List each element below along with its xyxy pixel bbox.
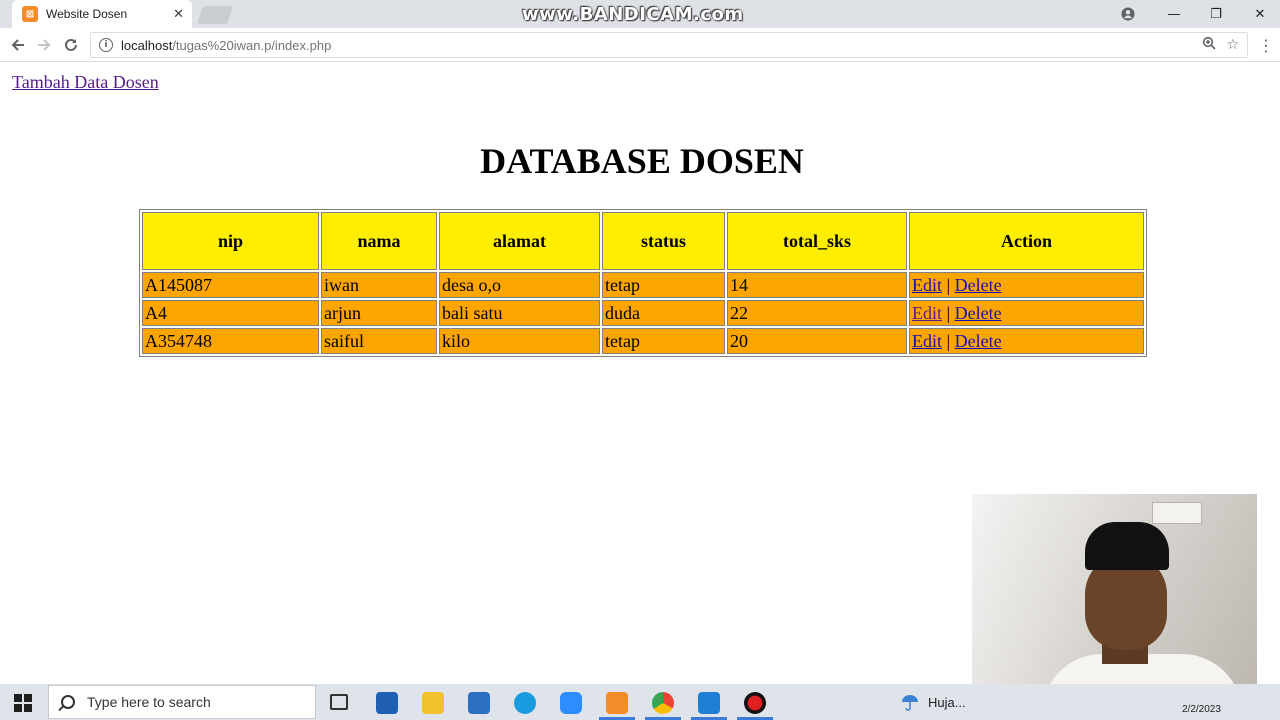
search-placeholder: Type here to search	[87, 694, 211, 710]
cell-alamat: kilo	[439, 328, 600, 354]
action-separator: |	[946, 302, 951, 323]
header-action: Action	[909, 212, 1144, 270]
cell-status: duda	[602, 300, 725, 326]
mail-icon[interactable]	[468, 692, 490, 714]
cell-nama: saiful	[321, 328, 437, 354]
header-nip: nip	[142, 212, 319, 270]
tab-close-icon[interactable]: ✕	[173, 7, 184, 22]
cell-nip: A354748	[142, 328, 319, 354]
taskbar-search-box[interactable]: Type here to search	[48, 685, 316, 719]
delete-link[interactable]: Delete	[955, 331, 1002, 351]
url-path: /tugas%20iwan.p/index.php	[172, 37, 332, 53]
url-host: localhost	[121, 37, 173, 53]
table-row: A354748 saiful kilo tetap 20 Edit | Dele…	[142, 328, 1144, 354]
edge-icon[interactable]	[514, 692, 536, 714]
tray-date: 2/2/2023	[1182, 704, 1221, 715]
webcam-power-socket	[1152, 502, 1202, 524]
maximize-button[interactable]: ❐	[1196, 2, 1236, 26]
header-nama: nama	[321, 212, 437, 270]
table-row: A4 arjun bali satu duda 22 Edit | Delete	[142, 300, 1144, 326]
cell-alamat: desa o,o	[439, 272, 600, 298]
browser-tab[interactable]: ⊠ Website Dosen ✕	[12, 0, 192, 28]
site-info-icon[interactable]: i	[99, 38, 113, 52]
xampp-favicon-icon: ⊠	[22, 6, 38, 22]
edit-link[interactable]: Edit	[912, 303, 942, 323]
browser-toolbar: i localhost/tugas%20iwan.p/index.php ☆ ⋮	[0, 28, 1280, 62]
address-bar[interactable]: i localhost/tugas%20iwan.p/index.php ☆	[90, 32, 1248, 58]
bookmark-star-icon[interactable]: ☆	[1226, 37, 1239, 53]
bandicam-icon[interactable]	[744, 692, 766, 714]
cell-action: Edit | Delete	[909, 300, 1144, 326]
reload-icon[interactable]	[59, 33, 83, 57]
task-view-icon[interactable]	[330, 694, 348, 710]
header-status: status	[602, 212, 725, 270]
search-icon	[61, 695, 75, 709]
menu-dots-icon[interactable]: ⋮	[1254, 33, 1278, 57]
windows-taskbar: Type here to search Huja... 2/2/2023	[0, 684, 1280, 720]
cell-alamat: bali satu	[439, 300, 600, 326]
file-explorer-icon[interactable]	[422, 692, 444, 714]
zoom-icon[interactable]	[1202, 36, 1217, 54]
webcam-person-cap	[1085, 522, 1169, 570]
zoom-app-icon[interactable]	[560, 692, 582, 714]
cell-action: Edit | Delete	[909, 328, 1144, 354]
back-arrow-icon[interactable]	[6, 33, 30, 57]
header-alamat: alamat	[439, 212, 600, 270]
close-window-button[interactable]: ✕	[1240, 2, 1280, 26]
profile-icon[interactable]	[1108, 2, 1148, 26]
rain-umbrella-icon	[902, 695, 918, 711]
table-row: A145087 iwan desa o,o tetap 14 Edit | De…	[142, 272, 1144, 298]
delete-link[interactable]: Delete	[955, 275, 1002, 295]
header-total-sks: total_sks	[727, 212, 907, 270]
action-separator: |	[946, 330, 951, 351]
store-icon[interactable]	[376, 692, 398, 714]
cell-status: tetap	[602, 272, 725, 298]
table-header-row: nip nama alamat status total_sks Action	[142, 212, 1144, 270]
vscode-icon[interactable]	[698, 692, 720, 714]
title-bar: ⊠ Website Dosen ✕ www.BANDICAM.com — ❐ ✕	[0, 0, 1280, 28]
chrome-icon[interactable]	[652, 692, 674, 714]
cell-nama: arjun	[321, 300, 437, 326]
recorder-watermark: www.BANDICAM.com	[522, 4, 744, 25]
url-text[interactable]: localhost/tugas%20iwan.p/index.php	[121, 38, 1192, 53]
cell-nama: iwan	[321, 272, 437, 298]
weather-widget[interactable]: Huja...	[900, 693, 966, 711]
new-tab-button[interactable]	[197, 6, 233, 24]
xampp-icon[interactable]	[606, 692, 628, 714]
cell-total-sks: 20	[727, 328, 907, 354]
add-dosen-link[interactable]: Tambah Data Dosen	[12, 72, 159, 93]
weather-text: Huja...	[928, 694, 966, 710]
windows-start-icon[interactable]	[14, 694, 32, 712]
dosen-table: nip nama alamat status total_sks Action …	[139, 209, 1147, 357]
cell-action: Edit | Delete	[909, 272, 1144, 298]
forward-arrow-icon[interactable]	[32, 33, 56, 57]
action-separator: |	[946, 274, 951, 295]
cell-total-sks: 14	[727, 272, 907, 298]
edit-link[interactable]: Edit	[912, 331, 942, 351]
cell-nip: A145087	[142, 272, 319, 298]
minimize-button[interactable]: —	[1154, 2, 1194, 26]
delete-link[interactable]: Delete	[955, 303, 1002, 323]
tab-title: Website Dosen	[46, 7, 128, 21]
cell-nip: A4	[142, 300, 319, 326]
page-title: DATABASE DOSEN	[480, 141, 804, 181]
cell-status: tetap	[602, 328, 725, 354]
webcam-overlay	[972, 494, 1257, 708]
edit-link[interactable]: Edit	[912, 275, 942, 295]
cell-total-sks: 22	[727, 300, 907, 326]
